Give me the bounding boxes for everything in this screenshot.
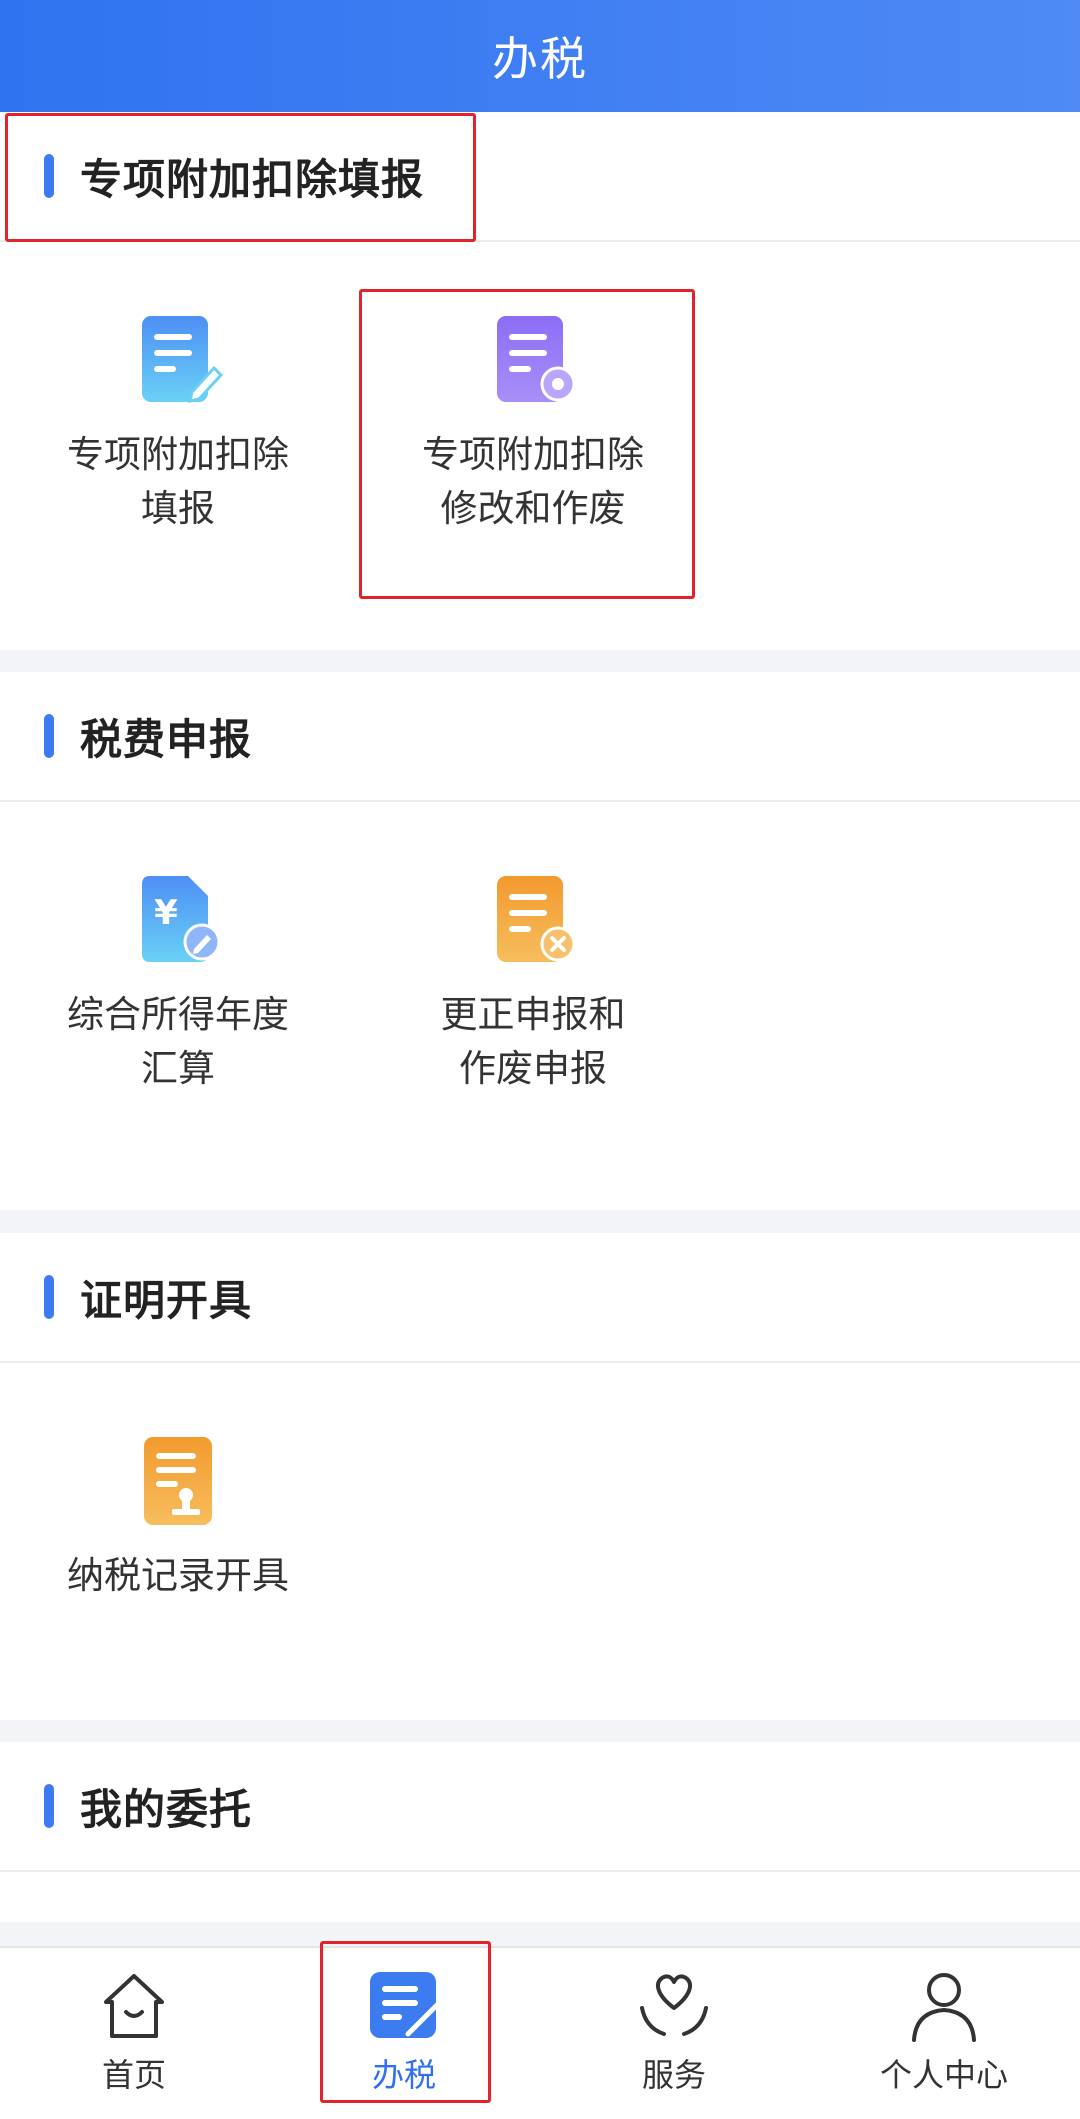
tile-label-line2: 作废申报 — [459, 1047, 607, 1090]
section-accent-bar — [44, 714, 54, 758]
page-title: 办税 — [492, 32, 588, 86]
section-my-entrustment: 我的委托 — [0, 1742, 1080, 1922]
tile-label-line1: 综合所得年度 — [67, 993, 289, 1036]
nav-profile[interactable]: 个人中心 — [844, 1968, 1044, 2096]
section-header: 专项附加扣除填报 — [0, 112, 1080, 242]
tile-label-line1: 更正申报和 — [440, 993, 626, 1036]
tile-label-line1: 专项附加扣除 — [67, 433, 289, 476]
tile-label-line2: 填报 — [141, 487, 215, 530]
section-title: 证明开具 — [80, 1275, 253, 1325]
tile-label-line1: 专项附加扣除 — [422, 433, 644, 476]
nav-tax[interactable]: 办税 — [304, 1968, 504, 2096]
section-accent-bar — [44, 1275, 54, 1319]
nav-label: 办税 — [371, 2056, 436, 2094]
tile-label: 专项附加扣除 修改和作废 — [373, 428, 693, 536]
heart-hands-icon — [640, 1974, 708, 2036]
section-title: 专项附加扣除填报 — [80, 154, 425, 204]
cancel-document-icon — [485, 872, 581, 968]
nav-service[interactable]: 服务 — [574, 1968, 774, 2096]
tile-label: 综合所得年度 汇算 — [18, 988, 338, 1096]
tile-label-line2: 修改和作废 — [440, 487, 626, 530]
tile-label-line2: 汇算 — [141, 1047, 215, 1090]
section-header[interactable]: 我的委托 — [0, 1742, 1080, 1872]
nav-home[interactable]: 首页 — [34, 1968, 234, 2096]
nav-label: 首页 — [101, 2056, 166, 2094]
section-tax-filing: 税费申报 ¥ 综合所得年度 汇算 更正申报和 作废申报 — [0, 672, 1080, 1210]
person-icon — [912, 1973, 976, 2042]
tile-special-deduction-fill[interactable]: 专项附加扣除 填报 — [28, 312, 328, 536]
section-header: 税费申报 — [0, 672, 1080, 802]
nav-label: 个人中心 — [879, 2056, 1008, 2094]
section-title: 税费申报 — [80, 714, 253, 764]
tax-document-icon — [370, 1972, 441, 2038]
tile-special-deduction-modify[interactable]: 专项附加扣除 修改和作废 — [383, 312, 683, 536]
top-bar: 办税 — [0, 0, 1080, 112]
tile-label: 专项附加扣除 填报 — [18, 428, 338, 536]
section-title: 我的委托 — [80, 1784, 253, 1834]
section-certificate: 证明开具 纳税记录开具 — [0, 1233, 1080, 1720]
tile-annual-reconciliation[interactable]: ¥ 综合所得年度 汇算 — [28, 872, 328, 1096]
tile-tax-record[interactable]: 纳税记录开具 — [28, 1433, 328, 1603]
bottom-nav: 首页 办税 服务 个人中心 — [0, 1946, 1080, 2119]
yuan-document-icon: ¥ — [130, 872, 226, 968]
tile-label: 更正申报和 作废申报 — [373, 988, 693, 1096]
tile-label: 纳税记录开具 — [18, 1549, 338, 1603]
tile-correct-void-filing[interactable]: 更正申报和 作废申报 — [383, 872, 683, 1096]
settings-document-icon — [485, 312, 581, 408]
section-special-deduction: 专项附加扣除填报 专项附加扣除 填报 专项附加扣除 修改和作废 — [0, 112, 1080, 650]
section-header: 证明开具 — [0, 1233, 1080, 1363]
edit-document-icon — [130, 312, 226, 408]
stamp-document-icon — [130, 1433, 226, 1529]
nav-label: 服务 — [641, 2056, 706, 2094]
tile-label-line1: 纳税记录开具 — [67, 1554, 289, 1597]
page: 办税 专项附加扣除填报 专项附加扣除 填报 专项附加扣除 修改和作废 税费申报 … — [0, 0, 1080, 2119]
section-accent-bar — [44, 154, 54, 198]
section-accent-bar — [44, 1784, 54, 1828]
home-icon — [104, 1974, 164, 2038]
svg-text:¥: ¥ — [154, 893, 178, 933]
